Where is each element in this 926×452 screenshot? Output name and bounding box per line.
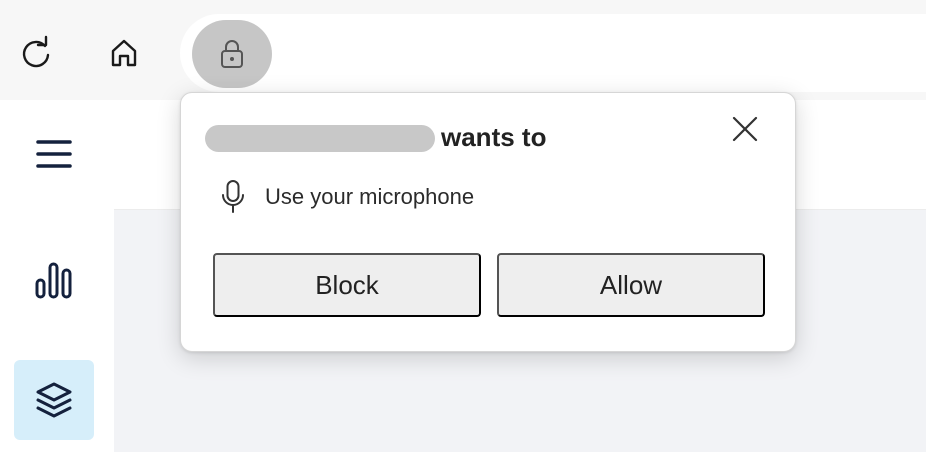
close-icon — [732, 116, 758, 142]
home-button[interactable] — [102, 31, 146, 75]
reload-button[interactable] — [14, 31, 58, 75]
hamburger-menu-icon — [36, 140, 72, 168]
close-button[interactable] — [725, 109, 765, 149]
bar-chart-icon — [35, 262, 72, 299]
permission-description: Use your microphone — [265, 184, 475, 209]
allow-button[interactable]: Allow — [497, 253, 765, 317]
site-origin-redacted — [205, 125, 435, 152]
prompt-title: wants to — [441, 122, 547, 152]
menu-button[interactable] — [26, 132, 82, 176]
sidebar — [0, 100, 114, 452]
site-info-button[interactable] — [192, 20, 272, 88]
layers-icon — [36, 382, 72, 418]
permission-prompt: wants to Use your microphone Block Allow — [180, 92, 796, 352]
block-button[interactable]: Block — [213, 253, 481, 317]
browser-toolbar — [0, 0, 926, 100]
reload-icon — [22, 35, 50, 68]
home-icon — [111, 39, 137, 67]
sidebar-item-analytics[interactable] — [26, 258, 82, 302]
microphone-icon — [222, 180, 244, 213]
lock-icon — [221, 40, 243, 68]
address-bar[interactable] — [180, 14, 926, 92]
sidebar-item-layers[interactable] — [14, 360, 94, 440]
